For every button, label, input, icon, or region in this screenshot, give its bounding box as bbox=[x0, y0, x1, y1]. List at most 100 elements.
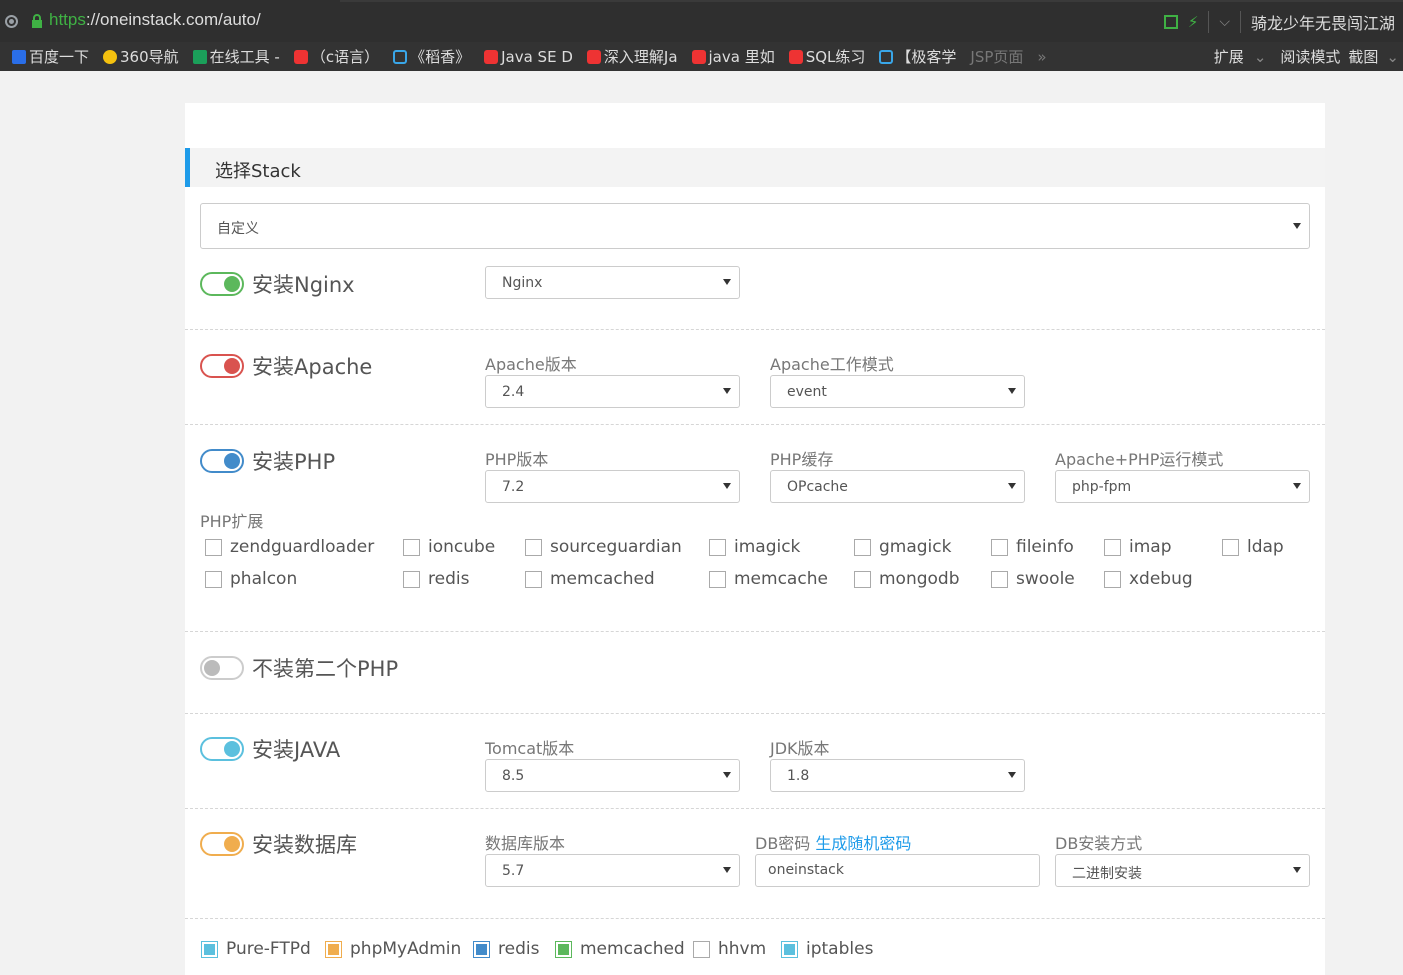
db-password-label: DB密码 生成随机密码 bbox=[755, 830, 911, 854]
tomcat-version-value: 8.5 bbox=[502, 768, 525, 784]
bookmark-item[interactable]: 百度一下 bbox=[12, 46, 89, 67]
bookmark-item[interactable]: 【极客学 bbox=[879, 46, 956, 67]
section-header: 选择Stack bbox=[185, 148, 1325, 187]
apache-mode-select[interactable]: event bbox=[770, 375, 1025, 408]
apache-version-select[interactable]: 2.4 bbox=[485, 375, 740, 408]
ext-checkbox-mongodb[interactable]: mongodb bbox=[854, 569, 960, 589]
ext-checkbox-phalcon[interactable]: phalcon bbox=[205, 569, 297, 589]
divider bbox=[185, 808, 1325, 809]
bookmark-item[interactable]: 《稻香》 bbox=[393, 46, 470, 67]
extra-checkbox-iptables[interactable]: iptables bbox=[781, 939, 873, 959]
bookmark-item[interactable]: 深入理解Ja bbox=[586, 46, 678, 67]
ext-checkbox-ioncube[interactable]: ioncube bbox=[403, 537, 495, 557]
checkbox-box bbox=[854, 538, 871, 556]
bookmark-item[interactable]: （c语言） bbox=[293, 46, 379, 67]
bookmark-label: JSP页面 bbox=[970, 48, 1024, 66]
stack-select[interactable]: 自定义 bbox=[200, 203, 1310, 249]
extra-checkbox-phpmyadmin[interactable]: phpMyAdmin bbox=[325, 939, 461, 959]
extra-checkbox-memcached[interactable]: memcached bbox=[555, 939, 685, 959]
db-password-input[interactable]: oneinstack bbox=[755, 854, 1040, 887]
divider bbox=[1239, 11, 1241, 33]
url-field[interactable]: https://oneinstack.com/auto/ bbox=[49, 10, 261, 30]
java-toggle[interactable] bbox=[200, 737, 244, 761]
bookmarks-bar: 百度一下 360导航 在线工具 - （c语言） 《稻香》 Java SE D 深… bbox=[0, 42, 1403, 71]
php-cache-label: PHP缓存 bbox=[770, 450, 834, 469]
php-toggle[interactable] bbox=[200, 449, 244, 473]
bookmark-item[interactable]: 360导航 bbox=[103, 46, 179, 67]
apache-toggle[interactable] bbox=[200, 354, 244, 378]
lightning-icon[interactable]: ⚡ bbox=[1188, 13, 1199, 31]
toggle-knob bbox=[224, 276, 240, 292]
divider bbox=[185, 713, 1325, 714]
bookmark-item[interactable]: java 里如 bbox=[691, 46, 775, 67]
checkbox-box bbox=[854, 570, 871, 588]
ext-checkbox-memcache[interactable]: memcache bbox=[709, 569, 828, 589]
screenshot-button[interactable]: 截图 bbox=[1348, 46, 1378, 67]
ext-checkbox-imagick[interactable]: imagick bbox=[709, 537, 800, 557]
db-install-label: DB安装方式 bbox=[1055, 834, 1143, 853]
divider bbox=[185, 424, 1325, 425]
profile-name[interactable]: 骑龙少年无畏闯江湖 bbox=[1251, 10, 1395, 34]
checkbox-box bbox=[201, 940, 218, 958]
bookmark-item[interactable]: 在线工具 - bbox=[192, 46, 280, 67]
db-toggle-label: 安装数据库 bbox=[252, 833, 357, 857]
extra-checkbox-pureftpd[interactable]: Pure-FTPd bbox=[201, 939, 311, 959]
bookmarks-more-button[interactable]: » bbox=[1037, 48, 1046, 66]
php-run-mode-select[interactable]: php-fpm bbox=[1055, 470, 1310, 503]
divider bbox=[185, 329, 1325, 330]
ext-checkbox-ldap[interactable]: ldap bbox=[1222, 537, 1284, 557]
bookmark-item[interactable]: Java SE D bbox=[484, 48, 573, 66]
db-version-select[interactable]: 5.7 bbox=[485, 854, 740, 887]
jdk-version-select[interactable]: 1.8 bbox=[770, 759, 1025, 792]
csdn-icon bbox=[691, 49, 706, 64]
ext-checkbox-sourceguardian[interactable]: sourceguardian bbox=[525, 537, 682, 557]
checkbox-label: fileinfo bbox=[1016, 537, 1074, 557]
php-version-select[interactable]: 7.2 bbox=[485, 470, 740, 503]
tomcat-version-select[interactable]: 8.5 bbox=[485, 759, 740, 792]
checkbox-box bbox=[1222, 538, 1239, 556]
caret-down-icon bbox=[723, 867, 731, 873]
site-info-icon[interactable] bbox=[5, 15, 18, 28]
ext-checkbox-memcached[interactable]: memcached bbox=[525, 569, 655, 589]
nginx-select[interactable]: Nginx bbox=[485, 266, 740, 299]
checkbox-label: hhvm bbox=[718, 939, 767, 959]
php2-toggle[interactable] bbox=[200, 656, 244, 680]
checkbox-label: imagick bbox=[734, 537, 801, 557]
ext-checkbox-swoole[interactable]: swoole bbox=[991, 569, 1075, 589]
reader-mode-button[interactable]: 阅读模式 bbox=[1280, 46, 1340, 67]
csdn-icon bbox=[586, 49, 601, 64]
ext-checkbox-imap[interactable]: imap bbox=[1104, 537, 1172, 557]
checkbox-label: ldap bbox=[1247, 537, 1284, 557]
php-version-value: 7.2 bbox=[502, 479, 525, 495]
bookmark-label: 360导航 bbox=[120, 48, 179, 66]
bookmark-label: 【极客学 bbox=[896, 48, 957, 66]
divider bbox=[185, 631, 1325, 632]
more-icon: » bbox=[1037, 47, 1047, 66]
chevron-down-icon[interactable]: ⌄ bbox=[1254, 48, 1267, 66]
extra-checkbox-redis[interactable]: redis bbox=[473, 939, 539, 959]
generate-password-link[interactable]: 生成随机密码 bbox=[815, 834, 911, 853]
bookmark-item[interactable]: SQL练习 bbox=[788, 46, 865, 67]
ext-checkbox-xdebug[interactable]: xdebug bbox=[1104, 569, 1193, 589]
apache-mode-value: event bbox=[787, 384, 827, 400]
db-install-select[interactable]: 二进制安装 bbox=[1055, 854, 1310, 887]
chevron-down-icon[interactable]: ⌄ bbox=[1386, 48, 1399, 66]
ext-checkbox-zendguardloader[interactable]: zendguardloader bbox=[205, 537, 374, 557]
ext-checkbox-redis[interactable]: redis bbox=[403, 569, 469, 589]
bookmark-item[interactable]: JSP页面 bbox=[970, 46, 1023, 67]
db-toggle[interactable] bbox=[200, 832, 244, 856]
extra-checkbox-hhvm[interactable]: hhvm bbox=[693, 939, 766, 959]
qr-code-icon[interactable] bbox=[1163, 15, 1178, 29]
stack-select-value: 自定义 bbox=[217, 221, 259, 237]
extensions-button[interactable]: 扩展 bbox=[1214, 46, 1244, 67]
jdk-version-label: JDK版本 bbox=[770, 739, 830, 758]
page-content: 选择Stack 自定义 安装Nginx Nginx 安装Apache Apach… bbox=[0, 71, 1403, 975]
php-cache-select[interactable]: OPcache bbox=[770, 470, 1025, 503]
checkbox-label: redis bbox=[498, 939, 540, 959]
chevron-down-icon[interactable]: ⌵ bbox=[1219, 14, 1230, 30]
nginx-toggle[interactable] bbox=[200, 272, 244, 296]
ext-checkbox-gmagick[interactable]: gmagick bbox=[854, 537, 951, 557]
tool-icon bbox=[192, 49, 207, 64]
checkbox-label: xdebug bbox=[1129, 569, 1193, 589]
ext-checkbox-fileinfo[interactable]: fileinfo bbox=[991, 537, 1074, 557]
